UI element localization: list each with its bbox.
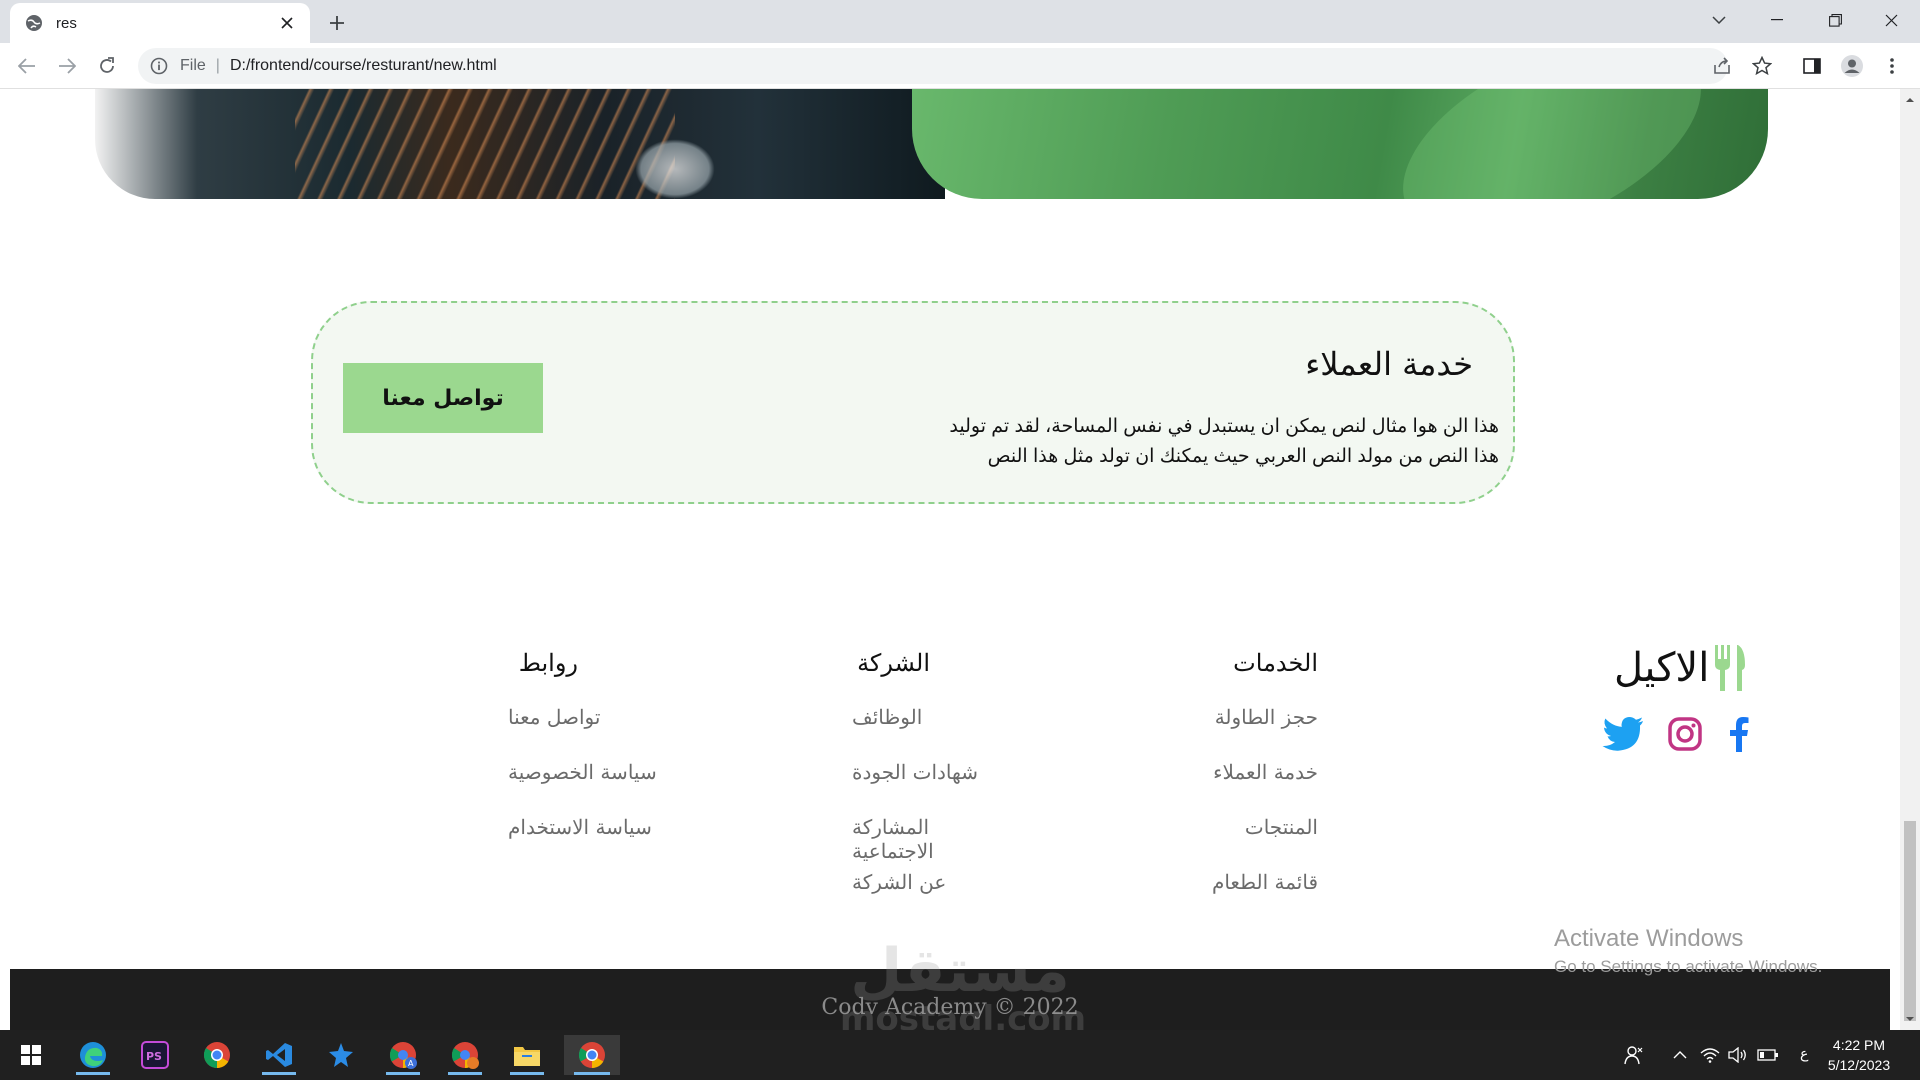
twitter-icon[interactable] xyxy=(1600,713,1646,755)
browser-tab[interactable]: res xyxy=(10,3,310,43)
page-viewport: خدمة العملاء هذا الن هوا مثال لنص يمكن ا… xyxy=(0,89,1900,1030)
column-title: الخدمات xyxy=(1233,649,1318,677)
chrome-profile-a-icon[interactable]: A xyxy=(378,1035,428,1075)
people-icon[interactable] xyxy=(1622,1045,1646,1065)
footer-link[interactable]: الوظائف xyxy=(852,705,1012,760)
start-windows-icon[interactable] xyxy=(6,1035,56,1075)
footer-column-services: الخدمات حجز الطاولة خدمة العملاء المنتجا… xyxy=(1206,649,1318,925)
browser-tab-bar: res xyxy=(0,0,1920,43)
activate-windows-notice: Activate Windows Go to Settings to activ… xyxy=(1554,925,1823,976)
footer-link[interactable]: المشاركة الاجتماعية xyxy=(852,815,1012,870)
scroll-up-icon[interactable] xyxy=(1905,95,1915,105)
footer-link[interactable]: تواصل معنا xyxy=(508,705,658,760)
copyright-text: Codv Academy © 2022 xyxy=(821,995,1079,1020)
address-bar[interactable]: File | D:/frontend/course/resturant/new.… xyxy=(138,48,1728,84)
svg-text:A: A xyxy=(408,1059,414,1068)
footer-link[interactable]: حجز الطاولة xyxy=(1206,705,1318,760)
footer-link[interactable]: خدمة العملاء xyxy=(1206,760,1318,815)
volume-icon[interactable] xyxy=(1726,1045,1750,1065)
edge-icon[interactable] xyxy=(68,1035,118,1075)
svg-text:PS: PS xyxy=(146,1050,162,1063)
card-title: خدمة العملاء xyxy=(1305,345,1473,383)
profile-avatar-icon[interactable] xyxy=(1840,54,1864,78)
system-clock[interactable]: 4:22 PM 5/12/2023 xyxy=(1814,1035,1904,1075)
tab-title: res xyxy=(56,14,77,32)
share-icon[interactable] xyxy=(1710,54,1734,78)
page-scrollbar[interactable] xyxy=(1900,89,1920,1030)
battery-icon[interactable] xyxy=(1756,1045,1780,1065)
side-panel-icon[interactable] xyxy=(1800,54,1824,78)
footer-bottom-bar: Codv Academy © 2022 xyxy=(10,969,1890,1030)
scroll-down-icon[interactable] xyxy=(1905,1014,1915,1024)
chevron-up-icon[interactable] xyxy=(1668,1045,1692,1065)
windows-taskbar: PS A ع 4:22 PM 5/12/2023 xyxy=(0,1030,1920,1080)
hero-image-grill xyxy=(95,89,945,199)
footer-link[interactable]: سياسة الاستخدام xyxy=(508,815,658,870)
wifi-icon[interactable] xyxy=(1698,1045,1722,1065)
column-title: الشركة xyxy=(857,649,930,677)
hero-image-green xyxy=(912,89,1768,199)
chrome-profile-b-icon[interactable] xyxy=(440,1035,490,1075)
instagram-icon[interactable] xyxy=(1664,713,1706,755)
customer-service-card: خدمة العملاء هذا الن هوا مثال لنص يمكن ا… xyxy=(311,301,1515,504)
tab-search-icon[interactable] xyxy=(1690,0,1748,40)
star-app-icon[interactable] xyxy=(316,1035,366,1075)
chrome-active-icon[interactable] xyxy=(564,1035,620,1075)
footer-column-company: الشركة الوظائف شهادات الجودة المشاركة ال… xyxy=(852,649,1012,925)
url-separator: | xyxy=(215,57,220,74)
close-tab-icon[interactable] xyxy=(276,12,298,34)
vscode-icon[interactable] xyxy=(254,1035,304,1075)
close-window-icon[interactable] xyxy=(1862,0,1920,40)
photoshop-icon[interactable]: PS xyxy=(130,1035,180,1075)
globe-icon xyxy=(26,15,42,31)
language-indicator[interactable]: ع xyxy=(1800,1045,1808,1062)
footer-column-links: روابط تواصل معنا سياسة الخصوصية سياسة ال… xyxy=(508,649,658,870)
file-explorer-icon[interactable] xyxy=(502,1035,552,1075)
forward-icon[interactable] xyxy=(52,51,82,81)
url-text[interactable]: D:/frontend/course/resturant/new.html xyxy=(230,57,497,75)
column-title: روابط xyxy=(518,649,578,677)
social-links xyxy=(1600,713,1760,757)
footer-link[interactable]: سياسة الخصوصية xyxy=(508,760,658,815)
minimize-icon[interactable] xyxy=(1748,0,1806,40)
restore-icon[interactable] xyxy=(1806,0,1864,40)
card-text: هذا الن هوا مثال لنص يمكن ان يستبدل في ن… xyxy=(949,416,1499,467)
clock-date: 5/12/2023 xyxy=(1827,1057,1891,1073)
new-tab-button[interactable] xyxy=(324,10,350,36)
footer-link[interactable]: المنتجات xyxy=(1206,815,1318,870)
reload-icon[interactable] xyxy=(92,51,122,81)
footer-link[interactable]: شهادات الجودة xyxy=(852,760,1012,815)
facebook-icon[interactable] xyxy=(1718,713,1760,755)
menu-kebab-icon[interactable] xyxy=(1880,54,1904,78)
fork-knife-icon xyxy=(1715,645,1746,691)
footer-link[interactable]: قائمة الطعام xyxy=(1206,870,1318,925)
contact-us-button[interactable]: تواصل معنا xyxy=(343,363,543,433)
bookmark-star-icon[interactable] xyxy=(1750,54,1774,78)
scrollbar-thumb[interactable] xyxy=(1904,821,1916,1021)
chrome-icon[interactable] xyxy=(192,1035,242,1075)
footer-link[interactable]: عن الشركة xyxy=(852,870,1012,925)
brand-name: الاكيل xyxy=(1614,645,1710,691)
site-info-icon[interactable] xyxy=(150,57,168,75)
url-scheme: File xyxy=(180,57,206,74)
footer-brand[interactable]: الاكيل xyxy=(1614,643,1753,693)
clock-time: 4:22 PM xyxy=(1832,1037,1886,1053)
browser-toolbar: File | D:/frontend/course/resturant/new.… xyxy=(0,43,1920,89)
back-icon[interactable] xyxy=(12,51,42,81)
